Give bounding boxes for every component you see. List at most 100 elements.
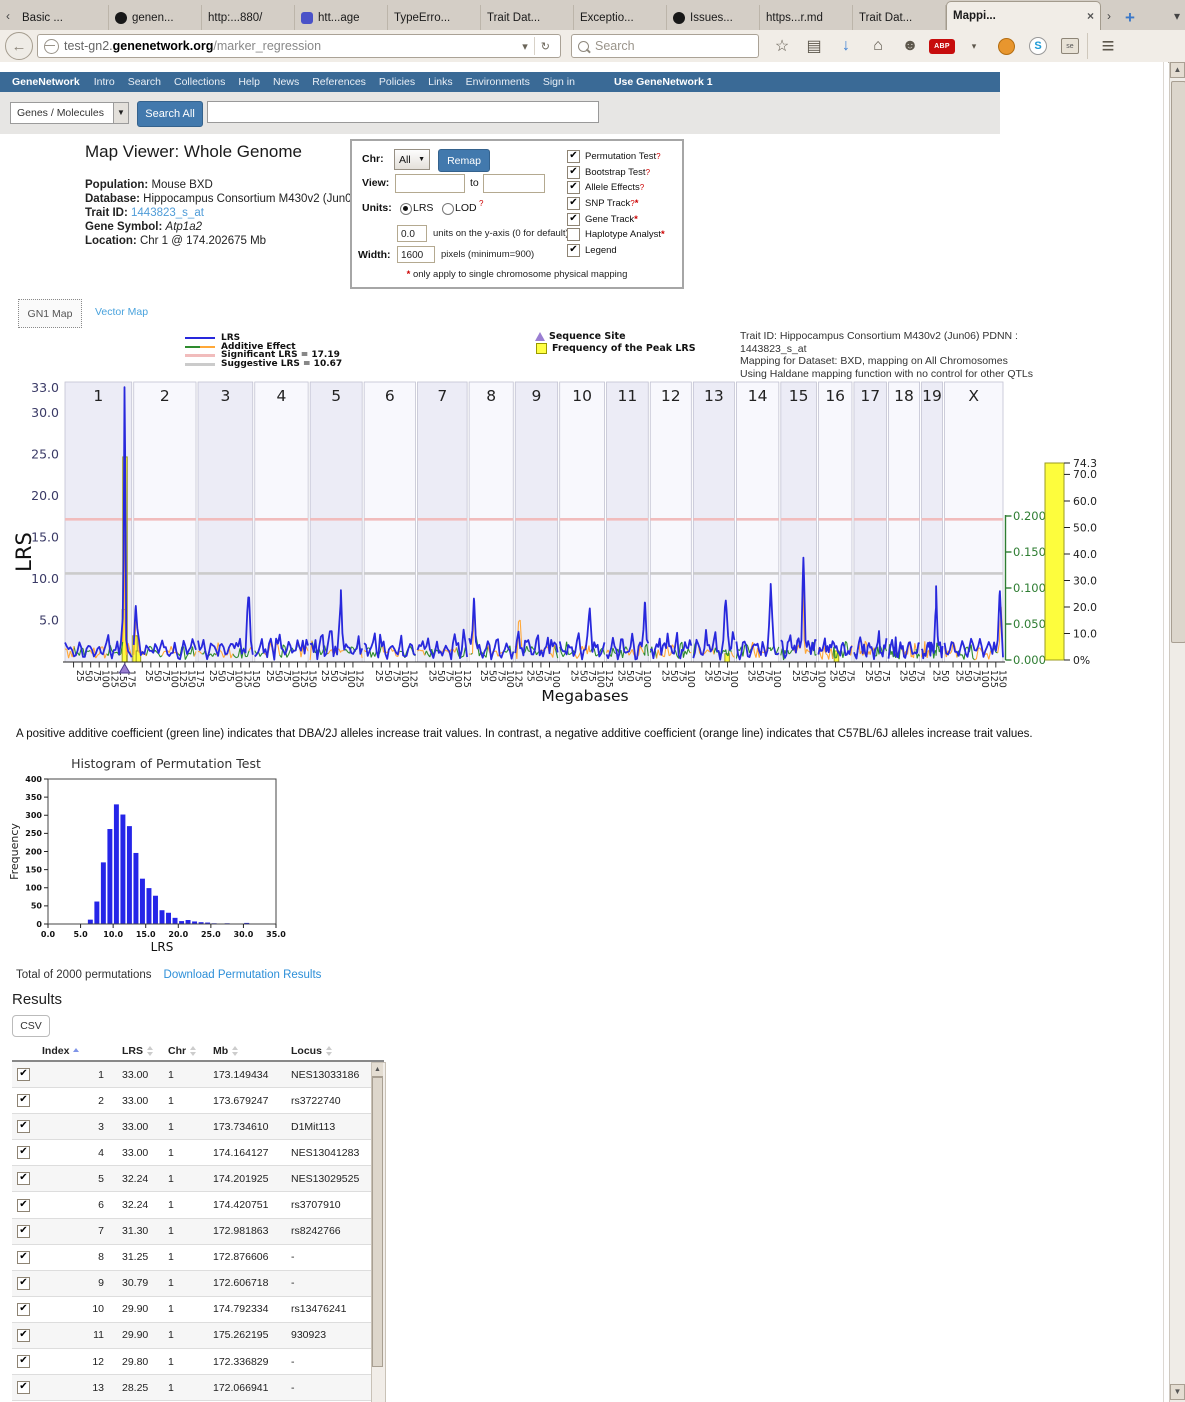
window-scrollbar[interactable]: ▲ ▼	[1169, 62, 1185, 1402]
sort-icon[interactable]	[147, 1046, 153, 1056]
skype-icon[interactable]: S	[1023, 33, 1053, 59]
reload-icon[interactable]: ↻	[534, 37, 556, 55]
legend-checkbox[interactable]: ✔	[567, 244, 580, 257]
category-caret-icon[interactable]: ▼	[113, 102, 129, 124]
sort-icon[interactable]	[326, 1046, 332, 1056]
addon-orange-icon[interactable]	[991, 33, 1021, 59]
nav-item-help[interactable]: Help	[238, 76, 260, 88]
nav-item-search[interactable]: Search	[128, 76, 161, 88]
nav-item-news[interactable]: News	[273, 76, 299, 88]
home-icon[interactable]: ⌂	[863, 33, 893, 59]
browser-tab[interactable]: TypeErro...	[388, 5, 481, 30]
table-row[interactable]: ✔930.791172.606718-	[12, 1271, 384, 1297]
help-icon[interactable]: ?	[640, 183, 644, 192]
width-input[interactable]: 1600	[397, 246, 435, 263]
sort-icon[interactable]	[73, 1048, 79, 1054]
row-checkbox[interactable]: ✔	[17, 1172, 30, 1185]
tab-list-icon[interactable]: ▾	[1169, 1, 1185, 30]
column-header-chr[interactable]: Chr	[156, 1045, 203, 1057]
snp-track-checkbox[interactable]: ✔	[567, 197, 580, 210]
browser-tab[interactable]: Trait Dat...	[481, 5, 574, 30]
brand-link[interactable]: GeneNetwork	[12, 76, 80, 88]
y-units-input[interactable]: 0.0	[397, 225, 427, 242]
star-icon[interactable]: ☆	[767, 33, 797, 59]
row-checkbox[interactable]: ✔	[17, 1355, 30, 1368]
row-checkbox[interactable]: ✔	[17, 1251, 30, 1264]
nav-item-environments[interactable]: Environments	[466, 76, 530, 88]
row-checkbox[interactable]: ✔	[17, 1329, 30, 1342]
nav-item-collections[interactable]: Collections	[174, 76, 225, 88]
chromosome-select[interactable]: All▼	[394, 149, 430, 170]
downloads-icon[interactable]: ↓	[831, 33, 861, 59]
lod-help-icon[interactable]: ?	[479, 199, 483, 208]
nav-item-sign-in[interactable]: Sign in	[543, 76, 575, 88]
permutation-test-checkbox[interactable]: ✔	[567, 150, 580, 163]
table-row[interactable]: ✔632.241174.420751rs3707910	[12, 1192, 384, 1218]
column-header-index[interactable]: Index	[42, 1045, 108, 1057]
table-row[interactable]: ✔831.251172.876606-	[12, 1245, 384, 1271]
lrs-radio[interactable]	[400, 203, 412, 215]
table-row[interactable]: ✔133.001173.149434NES13033186	[12, 1062, 384, 1088]
tab-overflow-icon[interactable]: ›	[1101, 1, 1117, 30]
nav-item-policies[interactable]: Policies	[379, 76, 415, 88]
row-checkbox[interactable]: ✔	[17, 1094, 30, 1107]
table-row[interactable]: ✔333.001173.734610D1Mit113	[12, 1114, 384, 1140]
table-scrollbar[interactable]: ▲	[371, 1062, 386, 1402]
search-all-button[interactable]: Search All	[137, 101, 203, 127]
adblock-caret-icon[interactable]: ▾	[959, 33, 989, 59]
bootstrap-test-checkbox[interactable]: ✔	[567, 166, 580, 179]
browser-tab[interactable]: Basic ...	[16, 5, 109, 30]
scroll-down-icon[interactable]: ▼	[1170, 1384, 1185, 1400]
close-tab-icon[interactable]: ×	[1081, 9, 1094, 23]
nav-item-references[interactable]: References	[312, 76, 366, 88]
view-to-input[interactable]	[483, 174, 545, 193]
scrollbar-thumb[interactable]	[1171, 81, 1185, 643]
chat-icon[interactable]: ☻	[895, 33, 925, 59]
row-checkbox[interactable]: ✔	[17, 1068, 30, 1081]
trait-id-link[interactable]: 1443823_s_at	[131, 207, 204, 219]
table-row[interactable]: ✔1328.251172.066941-	[12, 1375, 384, 1401]
browser-tab[interactable]: https...r.md	[760, 5, 853, 30]
table-row[interactable]: ✔1229.801172.336829-	[12, 1349, 384, 1375]
table-scroll-up-icon[interactable]: ▲	[372, 1063, 383, 1077]
table-row[interactable]: ✔731.301172.981863rs8242766	[12, 1219, 384, 1245]
category-select[interactable]: Genes / Molecules	[10, 102, 114, 124]
browser-tab[interactable]: Exceptio...	[574, 5, 667, 30]
column-header-locus[interactable]: Locus	[279, 1045, 369, 1057]
row-checkbox[interactable]: ✔	[17, 1225, 30, 1238]
browser-search-box[interactable]: Search	[571, 34, 759, 58]
browser-tab[interactable]: htt...age	[295, 5, 388, 30]
new-tab-button[interactable]: +	[1117, 6, 1143, 30]
help-icon[interactable]: ?	[646, 168, 650, 177]
table-row[interactable]: ✔233.001173.679247rs3722740	[12, 1088, 384, 1114]
allele-effects-checkbox[interactable]: ✔	[567, 181, 580, 194]
nav-item-intro[interactable]: Intro	[94, 76, 115, 88]
table-row[interactable]: ✔1129.901175.262195930923	[12, 1323, 384, 1349]
url-dropdown-icon[interactable]: ▾	[516, 37, 534, 55]
browser-tab[interactable]: http:...880/	[202, 5, 295, 30]
lod-radio[interactable]	[442, 203, 454, 215]
sort-icon[interactable]	[232, 1046, 238, 1056]
view-from-input[interactable]	[395, 174, 465, 193]
help-icon[interactable]: ?	[656, 152, 660, 161]
nav-item-links[interactable]: Links	[428, 76, 453, 88]
table-scrollbar-thumb[interactable]	[372, 1077, 383, 1367]
browser-tab[interactable]: Issues...	[667, 5, 760, 30]
row-checkbox[interactable]: ✔	[17, 1120, 30, 1133]
csv-button[interactable]: CSV	[12, 1015, 50, 1037]
row-checkbox[interactable]: ✔	[17, 1381, 30, 1394]
haplotype-analyst-checkbox[interactable]	[567, 228, 580, 241]
use-genenetwork1-link[interactable]: Use GeneNetwork 1	[614, 76, 713, 88]
bookmarks-icon[interactable]: ▤	[799, 33, 829, 59]
global-search-input[interactable]	[207, 101, 599, 123]
browser-tab[interactable]: Trait Dat...	[853, 5, 946, 30]
row-checkbox[interactable]: ✔	[17, 1303, 30, 1316]
sort-icon[interactable]	[190, 1046, 196, 1056]
url-bar[interactable]: test-gn2.genenetwork.org/marker_regressi…	[37, 34, 561, 58]
download-permutations-link[interactable]: Download Permutation Results	[164, 969, 322, 981]
table-row[interactable]: ✔433.001174.164127NES13041283	[12, 1140, 384, 1166]
browser-tab[interactable]: genen...	[109, 5, 202, 30]
adblock-icon[interactable]: ABP	[927, 33, 957, 59]
menu-icon[interactable]: ≡	[1087, 33, 1128, 59]
column-header-mb[interactable]: Mb	[203, 1045, 279, 1057]
